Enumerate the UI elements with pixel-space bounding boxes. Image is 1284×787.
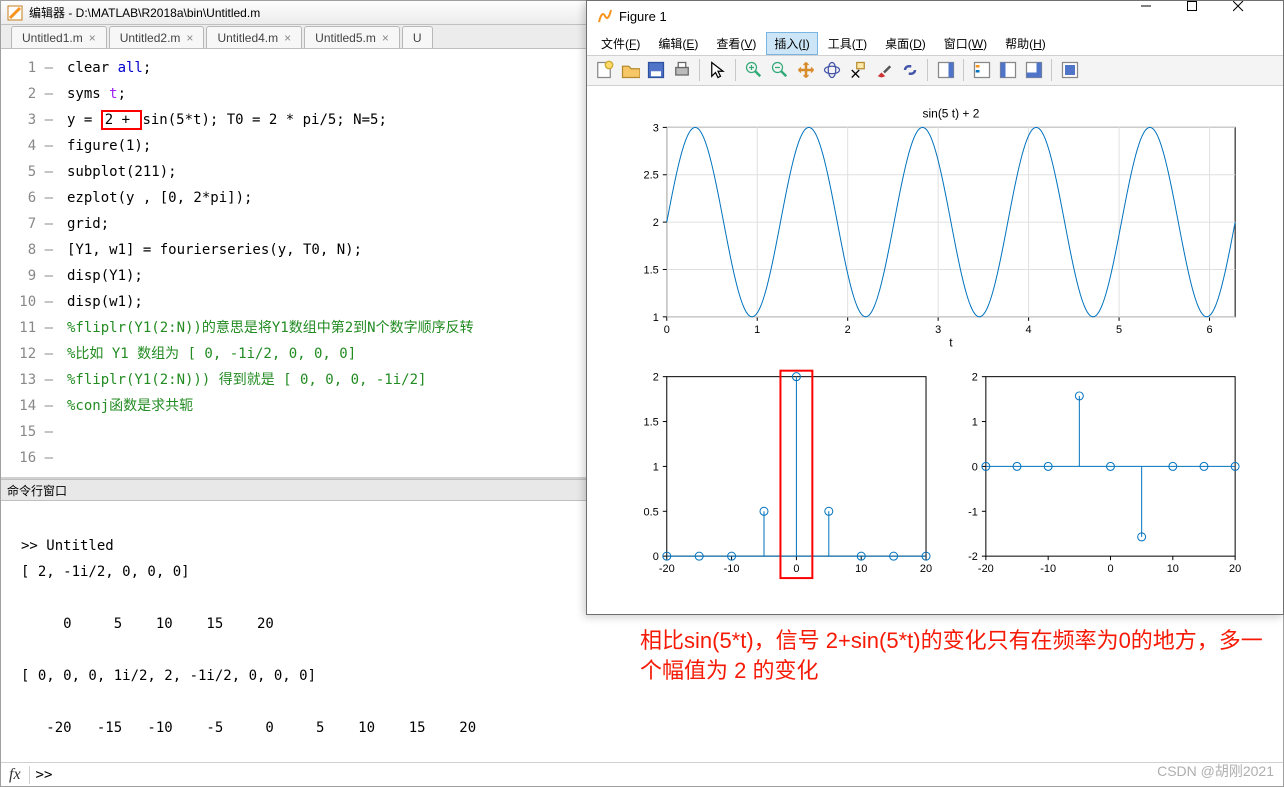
svg-text:-2: -2 (968, 551, 978, 563)
pan-icon[interactable] (795, 59, 817, 81)
svg-text:2: 2 (845, 323, 851, 335)
svg-text:0: 0 (664, 323, 670, 335)
dock-icon[interactable] (1059, 59, 1081, 81)
close-icon[interactable]: × (284, 31, 291, 45)
figure-toolbar (587, 56, 1283, 85)
svg-text:0: 0 (1107, 563, 1113, 575)
svg-text:0: 0 (653, 551, 659, 563)
rotate3d-icon[interactable] (821, 59, 843, 81)
editor-tab[interactable]: Untitled4.m× (206, 26, 302, 48)
menu-帮助[interactable]: 帮助(H) (997, 32, 1054, 55)
svg-text:3: 3 (935, 323, 941, 335)
menu-工具[interactable]: 工具(T) (820, 32, 875, 55)
svg-text:4: 4 (1026, 323, 1032, 335)
svg-text:sin(5 t) + 2: sin(5 t) + 2 (923, 106, 980, 120)
svg-text:10: 10 (1167, 563, 1179, 575)
svg-text:1: 1 (754, 323, 760, 335)
svg-text:3: 3 (653, 122, 659, 134)
menu-查看[interactable]: 查看(V) (708, 32, 764, 55)
annotation-text: 相比sin(5*t)，信号 2+sin(5*t)的变化只有在频率为0的地方，多一… (640, 626, 1280, 686)
matlab-figure-icon (597, 8, 613, 24)
svg-text:2: 2 (653, 217, 659, 229)
brush-icon[interactable] (873, 59, 895, 81)
menu-窗口[interactable]: 窗口(W) (936, 32, 995, 55)
zoom-out-icon[interactable] (769, 59, 791, 81)
svg-text:2: 2 (653, 371, 659, 383)
svg-text:20: 20 (1229, 563, 1241, 575)
editor-tab[interactable]: U (402, 26, 433, 48)
editor-title: 编辑器 - D:\MATLAB\R2018a\bin\Untitled.m (29, 4, 260, 21)
fx-input-line[interactable]: fx >> (1, 762, 1283, 786)
svg-text:-1: -1 (968, 506, 978, 518)
svg-text:t: t (949, 335, 953, 349)
watermark: CSDN @胡刚2021 (1157, 761, 1274, 781)
svg-text:1.5: 1.5 (644, 264, 659, 276)
svg-text:6: 6 (1206, 323, 1212, 335)
close-icon[interactable]: × (186, 31, 193, 45)
editor-tab[interactable]: Untitled5.m× (304, 26, 400, 48)
new-file-icon[interactable] (593, 59, 615, 81)
svg-text:-20: -20 (659, 563, 675, 575)
svg-text:0: 0 (793, 563, 799, 575)
print-icon[interactable] (671, 59, 693, 81)
close-button[interactable] (1233, 1, 1279, 31)
svg-text:0: 0 (972, 461, 978, 473)
svg-text:-20: -20 (978, 563, 994, 575)
svg-text:1: 1 (972, 416, 978, 428)
insert-colorbar-icon[interactable] (935, 59, 957, 81)
svg-text:20: 20 (920, 563, 932, 575)
svg-text:-10: -10 (1040, 563, 1056, 575)
open-file-icon[interactable] (619, 59, 641, 81)
fx-badge: fx (1, 766, 30, 784)
svg-text:0.5: 0.5 (644, 506, 659, 518)
figure-window: Figure 1 文件(F)编辑(E)查看(V)插入(I)工具(T)桌面(D)窗… (586, 0, 1284, 615)
svg-text:10: 10 (855, 563, 867, 575)
svg-text:1.5: 1.5 (644, 416, 659, 428)
figure-titlebar: Figure 1 (587, 1, 1283, 31)
insert-legend-icon[interactable] (971, 59, 993, 81)
figure-title: Figure 1 (619, 9, 1141, 24)
svg-text:1: 1 (653, 311, 659, 323)
menu-编辑[interactable]: 编辑(E) (650, 32, 706, 55)
hide-plot-tools-icon[interactable] (997, 59, 1019, 81)
maximize-button[interactable] (1187, 1, 1233, 31)
menu-插入[interactable]: 插入(I) (766, 32, 817, 55)
link-icon[interactable] (899, 59, 921, 81)
zoom-in-icon[interactable] (743, 59, 765, 81)
figure-menubar: 文件(F)编辑(E)查看(V)插入(I)工具(T)桌面(D)窗口(W)帮助(H) (587, 31, 1283, 56)
menu-桌面[interactable]: 桌面(D) (877, 32, 934, 55)
editor-tab[interactable]: Untitled1.m× (11, 26, 107, 48)
figure-canvas[interactable]: sin(5 t) + 2t012345611.522.53-20-1001020… (587, 86, 1283, 614)
matlab-edit-icon (7, 5, 23, 21)
svg-text:2: 2 (972, 371, 978, 383)
line-gutter: 1 — 2 — 3 — 4 — 5 — 6 — 7 — 8 — 9 —10 —1… (1, 49, 57, 477)
minimize-button[interactable] (1141, 1, 1187, 31)
svg-text:2.5: 2.5 (644, 169, 659, 181)
editor-tab[interactable]: Untitled2.m× (109, 26, 205, 48)
show-plot-tools-icon[interactable] (1023, 59, 1045, 81)
data-cursor-icon[interactable] (847, 59, 869, 81)
menu-文件[interactable]: 文件(F) (593, 32, 648, 55)
fx-prompt: >> (30, 767, 53, 783)
pointer-icon[interactable] (707, 59, 729, 81)
svg-text:1: 1 (653, 461, 659, 473)
svg-text:-10: -10 (724, 563, 740, 575)
svg-text:5: 5 (1116, 323, 1122, 335)
save-icon[interactable] (645, 59, 667, 81)
close-icon[interactable]: × (382, 31, 389, 45)
close-icon[interactable]: × (89, 31, 96, 45)
